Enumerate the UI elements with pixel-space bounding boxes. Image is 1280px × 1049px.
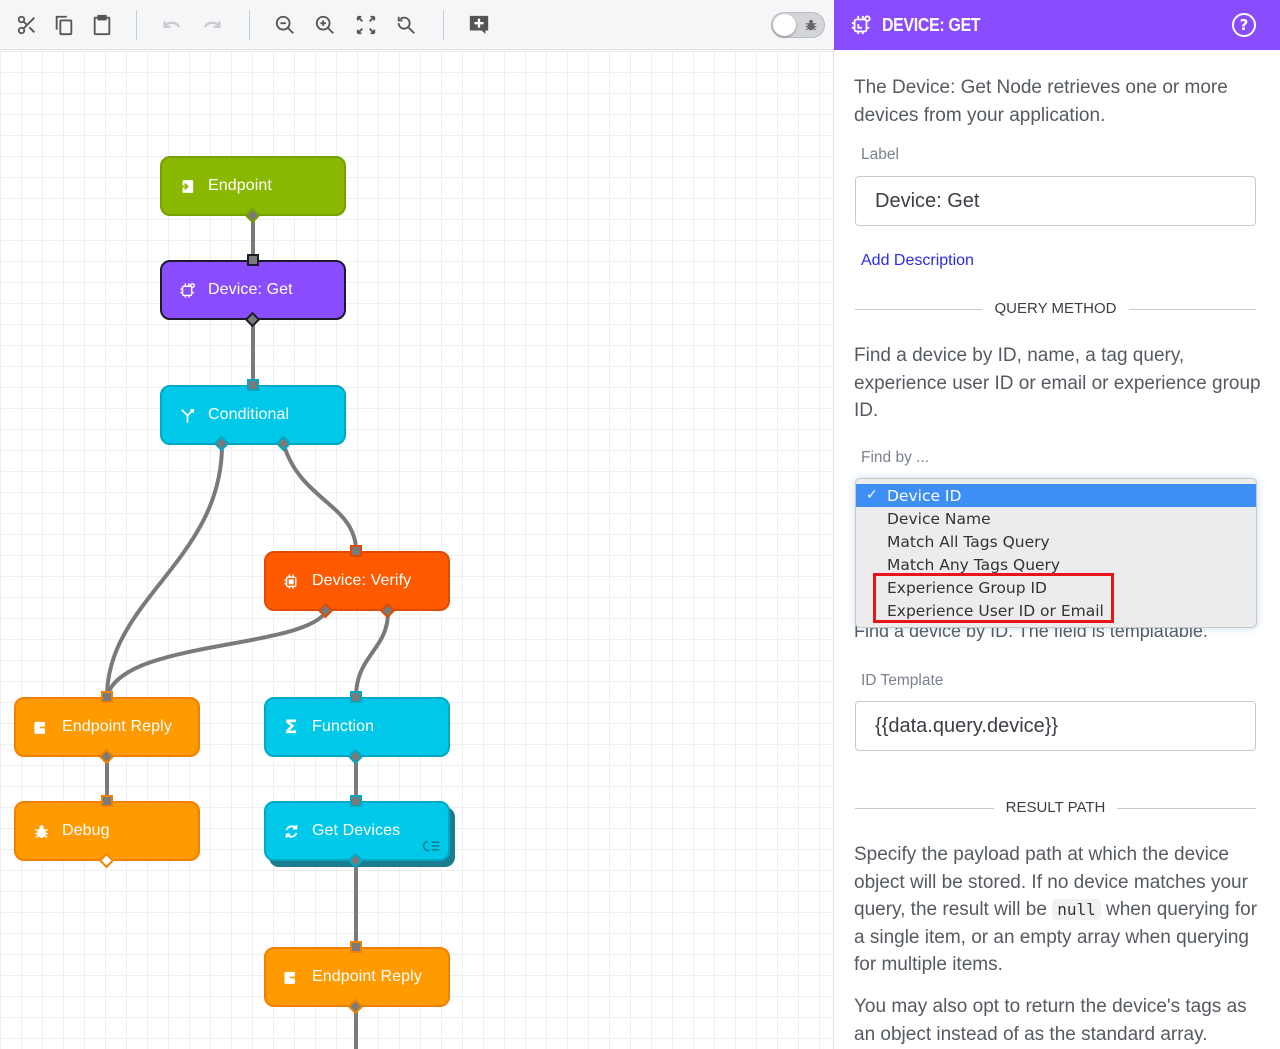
find-by-dropdown[interactable]: ✓ Device ID Device Name Match All Tags Qu…: [855, 478, 1257, 628]
input-port[interactable]: [350, 941, 362, 953]
cut-button[interactable]: [12, 10, 42, 40]
workflow-toolbar: [0, 0, 834, 50]
id-template-input[interactable]: {{data.query.device}}: [855, 701, 1256, 751]
help-icon: ?: [1239, 16, 1249, 34]
query-method-divider: QUERY METHOD: [855, 300, 1256, 318]
dropdown-option-match-all-tags[interactable]: Match All Tags Query: [856, 530, 1256, 553]
null-code: null: [1052, 899, 1101, 920]
label-input[interactable]: Device: Get: [855, 176, 1256, 226]
checkmark-icon: ✓: [866, 487, 878, 503]
add-comment-icon: [469, 15, 489, 35]
expand-icon: [356, 15, 376, 35]
node-get-devices[interactable]: Get Devices: [264, 801, 450, 861]
divider-line: [1117, 808, 1256, 809]
node-label: Function: [312, 718, 375, 735]
copy-button[interactable]: [49, 10, 79, 40]
zoom-in-icon: [315, 15, 334, 34]
fit-to-screen-button[interactable]: [351, 10, 381, 40]
node-endpoint[interactable]: Endpoint: [160, 156, 346, 216]
input-port[interactable]: [247, 379, 259, 391]
node-properties-panel: DEVICE: GET ? The Device: Get Node retri…: [834, 0, 1280, 1049]
help-button[interactable]: ?: [1232, 13, 1256, 37]
node-label: Endpoint Reply: [312, 968, 422, 985]
node-function[interactable]: Σ Function: [264, 697, 450, 757]
endpoint-reply-icon: [282, 968, 300, 986]
panel-header: DEVICE: GET ?: [834, 0, 1280, 50]
add-description-link[interactable]: Add Description: [861, 252, 974, 270]
bug-icon: [805, 19, 817, 31]
dropdown-option-experience-user[interactable]: Experience User ID or Email: [856, 599, 1256, 622]
scissors-icon: [17, 15, 35, 35]
node-label: Conditional: [208, 406, 290, 423]
input-port[interactable]: [350, 545, 362, 557]
node-label: Endpoint Reply: [62, 718, 172, 735]
node-label: Endpoint: [208, 177, 272, 194]
device-icon: [851, 15, 871, 35]
redo-icon: [203, 21, 221, 28]
toolbar-separator: [443, 10, 444, 40]
input-port[interactable]: [350, 691, 362, 703]
query-method-description: Find a device by ID, name, a tag query, …: [854, 345, 1261, 421]
input-port[interactable]: [101, 795, 113, 807]
refresh-icon: [282, 822, 300, 840]
node-endpoint-reply[interactable]: Endpoint Reply: [14, 697, 200, 757]
node-device-get[interactable]: Device: Get: [160, 260, 346, 320]
node-description: The Device: Get Node retrieves one or mo…: [854, 77, 1228, 126]
node-debug[interactable]: Debug: [14, 801, 200, 861]
redo-button[interactable]: [197, 10, 227, 40]
zoom-in-button[interactable]: [310, 10, 340, 40]
toolbar-separator: [136, 10, 137, 40]
clipboard-icon: [93, 14, 111, 36]
sigma-icon: Σ: [284, 716, 298, 738]
node-label: Debug: [62, 822, 110, 839]
device-verify-icon: [282, 572, 300, 590]
divider-line: [1129, 309, 1256, 310]
branch-icon: [178, 406, 196, 424]
toggle-knob: [773, 14, 796, 36]
undo-icon: [163, 21, 181, 28]
input-port[interactable]: [101, 691, 113, 703]
node-conditional[interactable]: Conditional: [160, 385, 346, 445]
node-label: Get Devices: [312, 822, 401, 839]
zoom-out-button[interactable]: [270, 10, 300, 40]
dropdown-option-device-id[interactable]: ✓ Device ID: [856, 484, 1256, 507]
input-port[interactable]: [247, 254, 259, 266]
workflow-canvas[interactable]: [0, 51, 834, 1049]
dropdown-option-experience-group-id[interactable]: Experience Group ID: [856, 576, 1256, 599]
search-reset-icon: [397, 16, 415, 34]
add-comment-button[interactable]: [464, 10, 494, 40]
endpoint-reply-icon: [32, 718, 50, 736]
result-path-divider: RESULT PATH: [855, 799, 1256, 817]
id-template-label: ID Template: [861, 672, 944, 689]
copy-icon: [55, 15, 73, 36]
result-path-description: Specify the payload path at which the de…: [854, 844, 1258, 975]
undo-button[interactable]: [157, 10, 187, 40]
node-device-verify[interactable]: Device: Verify: [264, 551, 450, 611]
result-tags-description: You may also opt to return the device's …: [854, 996, 1247, 1045]
debug-toggle[interactable]: [771, 12, 825, 38]
node-label: Device: Get: [208, 281, 293, 298]
endpoint-icon: [178, 177, 196, 195]
panel-title: DEVICE: GET: [882, 14, 981, 35]
zoom-out-icon: [275, 15, 294, 34]
device-icon: [178, 281, 196, 299]
paste-button[interactable]: [87, 10, 117, 40]
reset-zoom-button[interactable]: [391, 10, 421, 40]
toolbar-separator: [249, 10, 250, 40]
dropdown-option-device-name[interactable]: Device Name: [856, 507, 1256, 530]
loop-list-icon: [422, 840, 440, 852]
bug-icon: [32, 822, 50, 840]
node-endpoint-reply-2[interactable]: Endpoint Reply: [264, 947, 450, 1007]
find-by-label: Find by ...: [861, 449, 930, 466]
label-field-label: Label: [861, 146, 899, 163]
input-port[interactable]: [350, 795, 362, 807]
node-label: Device: Verify: [312, 572, 412, 589]
dropdown-option-match-any-tags[interactable]: Match Any Tags Query: [856, 553, 1256, 576]
